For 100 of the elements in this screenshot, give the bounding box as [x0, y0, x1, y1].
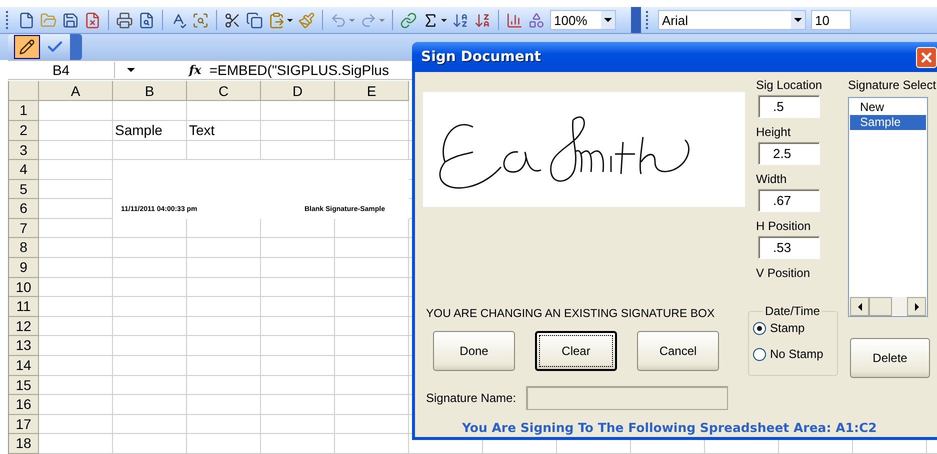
select-all-corner[interactable]	[9, 81, 39, 102]
table-cell[interactable]	[113, 238, 187, 258]
table-cell[interactable]	[187, 316, 261, 336]
table-cell[interactable]	[39, 376, 113, 396]
table-cell[interactable]	[187, 434, 261, 454]
table-cell[interactable]	[113, 434, 187, 454]
row-header[interactable]: 11	[9, 297, 39, 317]
row-header[interactable]: 4	[9, 160, 39, 180]
table-cell[interactable]	[39, 356, 113, 376]
caret-icon[interactable]	[127, 68, 135, 72]
delete-button[interactable]: Delete	[850, 338, 930, 378]
table-cell[interactable]	[113, 316, 187, 336]
column-header[interactable]: A	[39, 81, 113, 102]
row-header[interactable]: 8	[9, 238, 39, 258]
table-cell[interactable]	[335, 414, 409, 434]
table-cell[interactable]	[261, 297, 335, 317]
folder-icon[interactable]	[40, 12, 57, 28]
toolbar-options-handle[interactable]	[70, 34, 82, 60]
table-cell[interactable]	[39, 297, 113, 317]
table-cell[interactable]	[261, 258, 335, 278]
column-header[interactable]: C	[187, 81, 261, 102]
table-cell[interactable]	[335, 376, 409, 396]
table-cell[interactable]	[335, 278, 409, 298]
clear-button[interactable]: Clear	[535, 331, 617, 371]
table-cell[interactable]	[261, 434, 335, 454]
radio-label[interactable]: No Stamp	[770, 347, 824, 361]
table-cell[interactable]	[335, 316, 409, 336]
shapes-icon[interactable]	[528, 12, 545, 28]
hyperlink-icon[interactable]	[400, 12, 417, 28]
pen-tool-button[interactable]	[14, 35, 40, 59]
table-cell[interactable]	[39, 140, 113, 160]
table-cell[interactable]	[113, 297, 187, 317]
table-cell[interactable]	[335, 356, 409, 376]
name-box[interactable]: B4	[8, 62, 115, 78]
table-cell[interactable]	[113, 356, 187, 376]
font-size-dropdown[interactable]: 10	[811, 10, 851, 30]
table-cell[interactable]	[187, 336, 261, 356]
row-header[interactable]: 17	[9, 414, 39, 434]
table-cell[interactable]	[261, 336, 335, 356]
table-cell[interactable]	[335, 395, 409, 415]
column-header[interactable]: D	[261, 81, 335, 102]
radio-button[interactable]	[753, 348, 766, 360]
table-cell[interactable]	[261, 356, 335, 376]
table-cell[interactable]	[261, 238, 335, 258]
table-cell[interactable]	[187, 101, 261, 121]
row-header[interactable]: 16	[9, 395, 39, 415]
input-field[interactable]: .53	[758, 236, 820, 259]
table-cell[interactable]	[113, 258, 187, 278]
scroll-left-icon[interactable]	[858, 302, 862, 310]
table-cell[interactable]	[335, 336, 409, 356]
table-cell[interactable]	[187, 414, 261, 434]
radio-button[interactable]	[753, 322, 766, 334]
table-cell[interactable]	[113, 101, 187, 121]
horizontal-scrollbar[interactable]	[850, 297, 926, 315]
table-cell[interactable]	[39, 258, 113, 278]
table-cell[interactable]	[335, 434, 409, 454]
function-label[interactable]: fx	[189, 63, 202, 78]
document-x-icon[interactable]	[84, 12, 101, 28]
cancel-button[interactable]: Cancel	[637, 331, 719, 371]
scissors-icon[interactable]	[224, 12, 241, 28]
table-cell[interactable]	[335, 238, 409, 258]
table-cell[interactable]: Text	[187, 120, 261, 140]
table-cell[interactable]	[187, 395, 261, 415]
table-cell[interactable]	[39, 316, 113, 336]
table-cell[interactable]	[39, 101, 113, 121]
table-cell[interactable]	[187, 297, 261, 317]
scroll-right-icon[interactable]	[914, 302, 918, 310]
print-preview-icon[interactable]	[138, 12, 155, 28]
signature-list[interactable]: New Sample	[848, 97, 928, 317]
toolbar-grip[interactable]	[631, 7, 641, 33]
table-cell[interactable]	[187, 258, 261, 278]
row-header[interactable]: 15	[9, 376, 39, 396]
table-cell[interactable]	[187, 278, 261, 298]
sort-descending-icon[interactable]	[474, 12, 491, 28]
row-header[interactable]: 13	[9, 336, 39, 356]
list-item[interactable]: Sample	[850, 115, 926, 130]
row-header[interactable]: 3	[9, 140, 39, 160]
table-cell[interactable]	[39, 238, 113, 258]
table-cell[interactable]	[261, 278, 335, 298]
save-icon[interactable]	[62, 12, 79, 28]
chart-icon[interactable]	[506, 12, 523, 28]
formula-field[interactable]: =EMBED("SIGPLUS.SigPlus	[209, 62, 389, 78]
row-header[interactable]: 7	[9, 218, 39, 238]
signature-pad[interactable]	[423, 92, 745, 207]
caret-icon[interactable]	[287, 18, 293, 22]
table-cell[interactable]	[261, 395, 335, 415]
table-cell[interactable]	[261, 101, 335, 121]
done-button[interactable]: Done	[433, 331, 515, 371]
printer-icon[interactable]	[116, 12, 133, 28]
row-header[interactable]: 5	[9, 180, 39, 200]
input-field[interactable]: 2.5	[758, 142, 820, 165]
table-cell[interactable]	[335, 120, 409, 140]
table-cell[interactable]	[261, 120, 335, 140]
table-cell[interactable]	[39, 395, 113, 415]
list-item[interactable]: New	[850, 100, 926, 115]
table-cell[interactable]	[187, 376, 261, 396]
row-header[interactable]: 1	[9, 101, 39, 121]
table-cell[interactable]	[39, 434, 113, 454]
table-cell[interactable]	[187, 356, 261, 376]
paintbrush-icon[interactable]	[298, 12, 315, 28]
